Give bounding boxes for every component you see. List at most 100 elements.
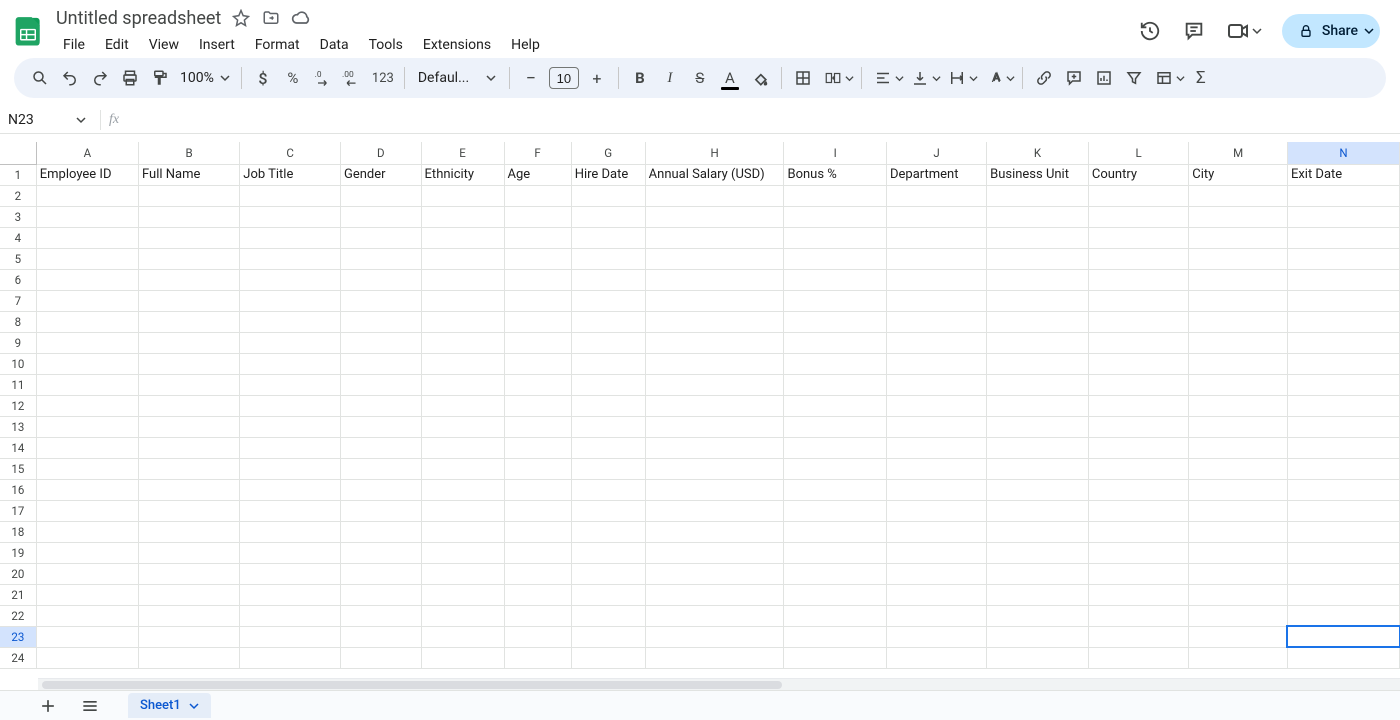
menu-view[interactable]: View — [140, 35, 188, 55]
cell-C5[interactable] — [240, 248, 341, 269]
cell-M10[interactable] — [1189, 353, 1288, 374]
cell-L22[interactable] — [1088, 605, 1188, 626]
print-icon[interactable] — [116, 64, 144, 92]
cell-I22[interactable] — [784, 605, 887, 626]
cell-E12[interactable] — [421, 395, 504, 416]
cell-I11[interactable] — [784, 374, 887, 395]
cell-M20[interactable] — [1189, 563, 1288, 584]
cell-D14[interactable] — [340, 437, 421, 458]
cell-J13[interactable] — [886, 416, 986, 437]
cell-G5[interactable] — [571, 248, 645, 269]
cell-E10[interactable] — [421, 353, 504, 374]
cell-H6[interactable] — [645, 269, 784, 290]
row-header-19[interactable]: 19 — [0, 542, 36, 563]
cell-M8[interactable] — [1189, 311, 1288, 332]
cell-N24[interactable] — [1287, 647, 1399, 668]
cell-H21[interactable] — [645, 584, 784, 605]
cell-L7[interactable] — [1088, 290, 1188, 311]
cell-N23[interactable] — [1287, 626, 1399, 647]
cell-M22[interactable] — [1189, 605, 1288, 626]
cell-E14[interactable] — [421, 437, 504, 458]
row-header-21[interactable]: 21 — [0, 584, 36, 605]
doc-title[interactable]: Untitled spreadsheet — [56, 8, 221, 29]
cell-B11[interactable] — [138, 374, 239, 395]
cell-D1[interactable]: Gender — [340, 164, 421, 185]
cell-I23[interactable] — [784, 626, 887, 647]
cell-B6[interactable] — [138, 269, 239, 290]
row-header-23[interactable]: 23 — [0, 626, 36, 647]
cell-B1[interactable]: Full Name — [138, 164, 239, 185]
cell-C18[interactable] — [240, 521, 341, 542]
cell-B4[interactable] — [138, 227, 239, 248]
cell-G3[interactable] — [571, 206, 645, 227]
cell-C21[interactable] — [240, 584, 341, 605]
cell-C8[interactable] — [240, 311, 341, 332]
row-header-16[interactable]: 16 — [0, 479, 36, 500]
cell-J7[interactable] — [886, 290, 986, 311]
cell-B8[interactable] — [138, 311, 239, 332]
row-header-8[interactable]: 8 — [0, 311, 36, 332]
undo-icon[interactable] — [56, 64, 84, 92]
comments-icon[interactable] — [1182, 19, 1206, 43]
cell-M12[interactable] — [1189, 395, 1288, 416]
cell-H23[interactable] — [645, 626, 784, 647]
cell-F8[interactable] — [504, 311, 571, 332]
cell-A15[interactable] — [36, 458, 138, 479]
cell-B21[interactable] — [138, 584, 239, 605]
cell-F6[interactable] — [504, 269, 571, 290]
strikethrough-icon[interactable]: S — [686, 64, 714, 92]
text-rotation-button[interactable]: A — [980, 64, 1015, 92]
cell-E18[interactable] — [421, 521, 504, 542]
cell-E24[interactable] — [421, 647, 504, 668]
cell-A23[interactable] — [36, 626, 138, 647]
cell-K19[interactable] — [987, 542, 1089, 563]
cell-A24[interactable] — [36, 647, 138, 668]
cell-F18[interactable] — [504, 521, 571, 542]
cell-N16[interactable] — [1287, 479, 1399, 500]
cell-B5[interactable] — [138, 248, 239, 269]
cell-H15[interactable] — [645, 458, 784, 479]
cell-M24[interactable] — [1189, 647, 1288, 668]
cell-I6[interactable] — [784, 269, 887, 290]
cell-M16[interactable] — [1189, 479, 1288, 500]
cell-J1[interactable]: Department — [886, 164, 986, 185]
cell-B2[interactable] — [138, 185, 239, 206]
cell-N8[interactable] — [1287, 311, 1399, 332]
cell-F10[interactable] — [504, 353, 571, 374]
cell-E19[interactable] — [421, 542, 504, 563]
cell-B24[interactable] — [138, 647, 239, 668]
cell-B9[interactable] — [138, 332, 239, 353]
font-size-input[interactable] — [549, 67, 579, 89]
cell-D23[interactable] — [340, 626, 421, 647]
cell-M21[interactable] — [1189, 584, 1288, 605]
cell-J14[interactable] — [886, 437, 986, 458]
cell-L5[interactable] — [1088, 248, 1188, 269]
column-header-M[interactable]: M — [1189, 142, 1288, 164]
cell-A9[interactable] — [36, 332, 138, 353]
cell-I15[interactable] — [784, 458, 887, 479]
column-header-B[interactable]: B — [138, 142, 239, 164]
cell-C20[interactable] — [240, 563, 341, 584]
cell-C15[interactable] — [240, 458, 341, 479]
cell-L11[interactable] — [1088, 374, 1188, 395]
row-header-22[interactable]: 22 — [0, 605, 36, 626]
format-currency-icon[interactable]: $ — [249, 64, 277, 92]
fill-color-icon[interactable] — [746, 64, 774, 92]
cell-M1[interactable]: City — [1189, 164, 1288, 185]
cell-N13[interactable] — [1287, 416, 1399, 437]
cell-L15[interactable] — [1088, 458, 1188, 479]
cell-B17[interactable] — [138, 500, 239, 521]
cell-E1[interactable]: Ethnicity — [421, 164, 504, 185]
cell-N19[interactable] — [1287, 542, 1399, 563]
cell-E7[interactable] — [421, 290, 504, 311]
cell-K13[interactable] — [987, 416, 1089, 437]
cell-G19[interactable] — [571, 542, 645, 563]
cell-I2[interactable] — [784, 185, 887, 206]
cell-F19[interactable] — [504, 542, 571, 563]
cell-F16[interactable] — [504, 479, 571, 500]
cell-A16[interactable] — [36, 479, 138, 500]
cell-N6[interactable] — [1287, 269, 1399, 290]
cell-E21[interactable] — [421, 584, 504, 605]
zoom-select[interactable]: 100% — [176, 70, 234, 86]
cell-K21[interactable] — [987, 584, 1089, 605]
